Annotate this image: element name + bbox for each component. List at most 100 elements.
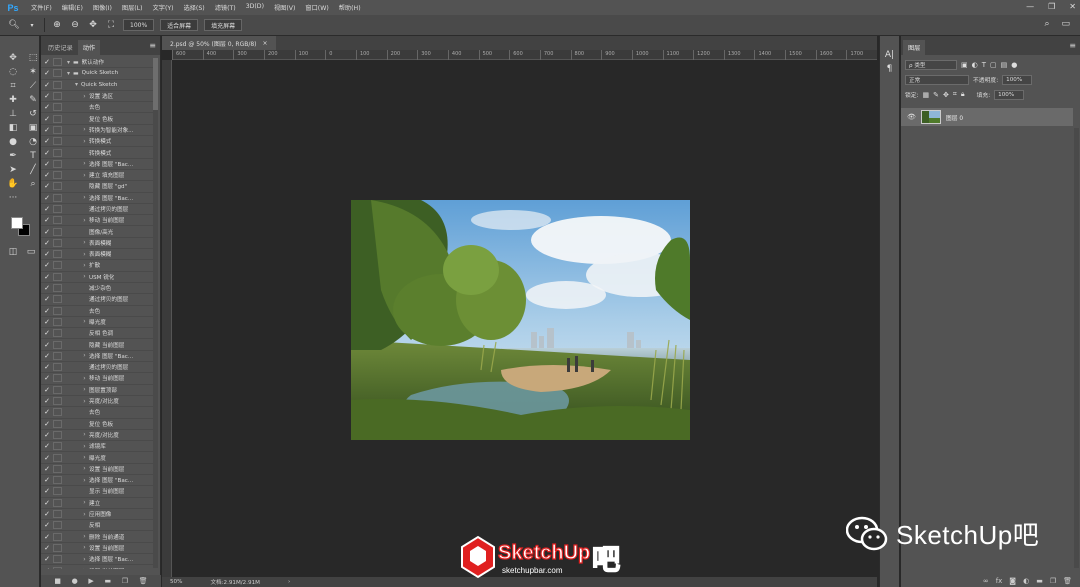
panel-menu-icon[interactable]: ≡ <box>149 41 156 50</box>
dialog-toggle[interactable] <box>53 555 62 564</box>
new-layer-icon[interactable]: ❐ <box>1050 577 1056 585</box>
foreground-color-swatch[interactable] <box>11 217 23 229</box>
menu-item[interactable]: 视图(V) <box>269 3 300 12</box>
checkmark-icon[interactable]: ✓ <box>41 442 53 450</box>
dialog-toggle[interactable] <box>53 272 62 281</box>
dialog-toggle[interactable] <box>53 442 62 451</box>
action-row[interactable]: ✓ › 删除 当前通道 <box>41 531 153 543</box>
quick-mask-icon[interactable]: ◫ <box>5 246 21 258</box>
dialog-toggle[interactable] <box>53 397 62 406</box>
expand-arrow-icon[interactable]: › <box>80 465 89 472</box>
menu-item[interactable]: 文件(F) <box>26 3 57 12</box>
more-tools-icon[interactable]: ··· <box>5 192 21 204</box>
action-row[interactable]: ✓ 隐藏 图层 "gd" <box>41 181 153 193</box>
minimize-icon[interactable]: — <box>1026 2 1034 11</box>
fill-input[interactable]: 100% <box>994 89 1025 100</box>
checkmark-icon[interactable]: ✓ <box>41 533 53 541</box>
pen-tool-icon[interactable]: ✒ <box>5 150 21 162</box>
close-tab-icon[interactable]: × <box>263 40 268 47</box>
eraser-icon[interactable]: ◧ <box>5 122 21 134</box>
action-row[interactable]: ✓ › 选择 图层 "Bac... <box>41 193 153 204</box>
brush-tool-icon[interactable]: ✎ <box>25 94 41 106</box>
dialog-toggle[interactable] <box>53 216 62 225</box>
checkmark-icon[interactable]: ✓ <box>41 92 53 100</box>
dialog-toggle[interactable] <box>53 159 62 168</box>
resize-windows-icon[interactable]: ✥ <box>87 19 99 31</box>
zoom-all-windows-icon[interactable]: ⛶ <box>105 19 117 31</box>
checkmark-icon[interactable]: ✓ <box>41 261 53 269</box>
opacity-input[interactable]: 100% <box>1002 74 1033 85</box>
expand-arrow-icon[interactable]: › <box>80 217 89 224</box>
dialog-toggle[interactable] <box>53 543 62 552</box>
action-row[interactable]: ✓ › USM 锐化 <box>41 272 153 283</box>
checkmark-icon[interactable]: ✓ <box>41 115 53 123</box>
action-row[interactable]: ✓ › 选择 图层 "Bac... <box>41 475 153 487</box>
layer-row[interactable]: 👁︎ 图层 0 <box>901 108 1073 126</box>
checkmark-icon[interactable]: ✓ <box>41 499 53 507</box>
dialog-toggle[interactable] <box>53 182 62 191</box>
new-set-icon[interactable]: ▬ <box>104 577 111 585</box>
checkmark-icon[interactable]: ✓ <box>41 228 53 236</box>
action-row[interactable]: ✓ › 选择 图层 "Bac... <box>41 351 153 363</box>
checkmark-icon[interactable]: ✓ <box>41 273 53 281</box>
stamp-tool-icon[interactable]: ⊥ <box>5 108 21 120</box>
dialog-toggle[interactable] <box>53 103 62 112</box>
action-row[interactable]: ✓ 反相 <box>41 520 153 532</box>
checkmark-icon[interactable]: ✓ <box>41 284 53 292</box>
expand-arrow-icon[interactable]: › <box>80 443 89 450</box>
action-row[interactable]: ✓ 隐藏 当前图层 <box>41 339 153 351</box>
dialog-toggle[interactable] <box>53 80 62 89</box>
expand-arrow-icon[interactable]: › <box>80 499 89 506</box>
menu-item[interactable]: 图层(L) <box>117 3 148 12</box>
checkmark-icon[interactable]: ✓ <box>41 205 53 213</box>
dialog-toggle[interactable] <box>53 284 62 293</box>
dialog-toggle[interactable] <box>53 430 62 439</box>
action-row[interactable]: ✓ › 选择 图层 "Bac... <box>41 159 153 170</box>
checkmark-icon[interactable]: ✓ <box>41 567 53 570</box>
expand-arrow-icon[interactable]: › <box>80 239 89 246</box>
dialog-toggle[interactable] <box>53 464 62 473</box>
expand-arrow-icon[interactable]: › <box>80 567 89 569</box>
action-row[interactable]: ✓ › 扩散 <box>41 260 153 272</box>
dialog-toggle[interactable] <box>53 498 62 507</box>
action-row[interactable]: ✓ › 转换为智能对象... <box>41 125 153 137</box>
dialog-toggle[interactable] <box>53 295 62 304</box>
checkmark-icon[interactable]: ✓ <box>41 295 53 303</box>
pixel-filter-icon[interactable]: ▣ <box>961 61 968 69</box>
action-row[interactable]: ✓ ▾ Quick Sketch <box>41 80 153 91</box>
action-row[interactable]: ✓ › 设置 选区 <box>41 91 153 103</box>
checkmark-icon[interactable]: ✓ <box>41 126 53 134</box>
expand-arrow-icon[interactable]: › <box>80 251 89 258</box>
lock-all-icon[interactable]: 🔒︎ <box>961 90 965 99</box>
status-menu-icon[interactable]: › <box>288 579 290 585</box>
dialog-toggle[interactable] <box>53 171 62 180</box>
close-icon[interactable]: ✕ <box>1069 2 1076 11</box>
action-row[interactable]: ✓ 通过拷贝的图层 <box>41 362 153 374</box>
checkmark-icon[interactable]: ✓ <box>41 374 53 382</box>
dialog-toggle[interactable] <box>53 92 62 101</box>
gradient-icon[interactable]: ▣ <box>25 122 41 134</box>
dialog-toggle[interactable] <box>53 261 62 270</box>
dialog-toggle[interactable] <box>53 329 62 338</box>
expand-arrow-icon[interactable]: › <box>80 262 89 269</box>
action-row[interactable]: ✓ 去色 <box>41 407 153 419</box>
expand-arrow-icon[interactable]: › <box>80 318 89 325</box>
dialog-toggle[interactable] <box>53 193 62 202</box>
move-tool-icon[interactable]: ✥ <box>5 52 21 64</box>
action-row[interactable]: ✓ 反相 色调 <box>41 328 153 340</box>
checkmark-icon[interactable]: ✓ <box>41 555 53 563</box>
dialog-toggle[interactable] <box>53 374 62 383</box>
action-row[interactable]: ✓ › 表面模糊 <box>41 249 153 261</box>
checkmark-icon[interactable]: ✓ <box>41 194 53 202</box>
dialog-toggle[interactable] <box>53 408 62 417</box>
dialog-toggle[interactable] <box>53 58 62 67</box>
menu-item[interactable]: 3D(D) <box>241 3 269 12</box>
checkmark-icon[interactable]: ✓ <box>41 103 53 111</box>
checkmark-icon[interactable]: ✓ <box>41 510 53 518</box>
expand-arrow-icon[interactable]: ▾ <box>64 59 73 66</box>
expand-arrow-icon[interactable]: › <box>80 138 89 145</box>
zoom-100-button[interactable]: 100% <box>123 19 155 31</box>
checkmark-icon[interactable]: ✓ <box>41 544 53 552</box>
expand-arrow-icon[interactable]: › <box>80 160 89 167</box>
tab-history[interactable]: 历史记录 <box>43 40 78 55</box>
